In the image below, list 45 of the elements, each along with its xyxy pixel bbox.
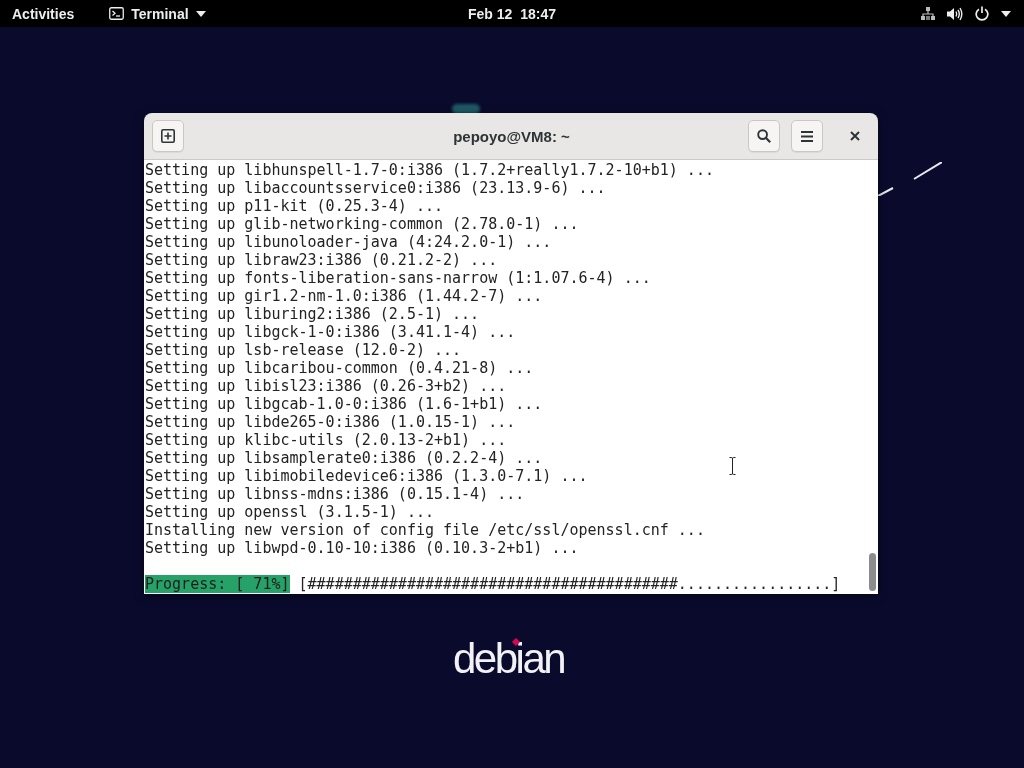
progress-bar-text: [#########################################.................] [298,575,841,593]
output-line: Setting up libisl23:i386 (0.26-3+b2) ... [145,377,507,395]
network-icon [921,7,935,20]
new-tab-button[interactable] [152,120,184,152]
output-line: Setting up libwpd-0.10-10:i386 (0.10.3-2+b1) ... [145,539,579,557]
scrollbar-thumb[interactable] [868,553,876,591]
caret-icon [195,10,206,17]
output-line: Setting up p11-kit (0.25.3-4) ... [145,197,443,215]
power-icon [975,6,989,21]
output-line: Setting up libgcab-1.0-0:i386 (1.6-1+b1) ... [145,395,543,413]
menu-icon [801,130,813,142]
window-title: pepoyo@VM8: ~ [453,127,570,145]
new-tab-icon [161,129,175,143]
search-button[interactable] [748,120,780,152]
output-line: Setting up lsb-release (12.0-2) ... [145,341,462,359]
caret-icon [1001,10,1011,17]
progress-label: Progress: [ 71%] [145,575,290,593]
output-line: Setting up libunoloader-java (4:24.2.0-1) ... [145,233,552,251]
output-line: Setting up libnss-mdns:i386 (0.15.1-4) ... [145,485,525,503]
clock-button[interactable]: Feb 12 18:47 [460,0,564,27]
close-icon [850,131,860,141]
volume-icon [947,6,963,21]
output-line: Setting up libcaribou-common (0.4.21-8) ... [145,359,534,377]
output-line: Setting up glib-networking-common (2.78.0-1) ... [145,215,579,233]
output-line: Setting up openssl (3.1.5-1) ... [145,503,434,521]
terminal-icon [109,7,125,20]
wallpaper-stroke [878,162,942,196]
output-line: Setting up klibc-utils (2.0.13-2+b1) ... [145,431,507,449]
output-line: Setting up libraw23:i386 (0.21.2-2) ... [145,251,498,269]
menu-button[interactable] [791,120,823,152]
output-line: Setting up liburing2:i386 (2.5-1) ... [145,305,480,323]
output-line: Installing new version of config file /etc/ssl/openssl.cnf ... [145,521,705,539]
output-line: Setting up fonts-liberation-sans-narrow (1:1.07.6-4) ... [145,269,651,287]
output-line: Setting up libhunspell-1.7-0:i386 (1.7.2+really1.7.2-10+b1) ... [145,161,714,179]
output-line: Setting up gir1.2-nm-1.0:i386 (1.44.2-7) ... [145,287,543,305]
debian-logo: debian [453,638,565,680]
output-line: Setting up libgck-1-0:i386 (3.41.1-4) ... [145,323,516,341]
app-menu-button[interactable]: Terminal [101,0,214,27]
text-cursor-icon [729,457,736,475]
activities-button[interactable]: Activities [4,0,83,27]
output-line: Setting up libimobiledevice6:i386 (1.3.0-7.1) ... [145,467,588,485]
output-line: Setting up libde265-0:i386 (1.0.15-1) ... [145,413,516,431]
output-line: Setting up libaccountsservice0:i386 (23.13.9-6) ... [145,179,606,197]
search-icon [757,129,771,143]
output-line: Setting up libsamplerate0:i386 (0.2.2-4) ... [145,449,543,467]
